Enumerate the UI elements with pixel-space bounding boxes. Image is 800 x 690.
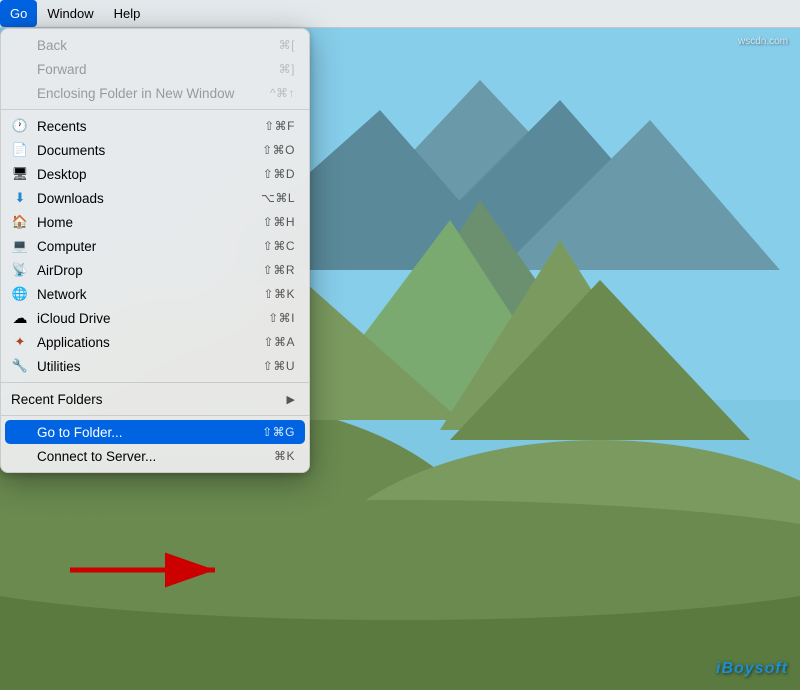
- submenu-arrow-icon: ▶: [287, 393, 295, 406]
- menu-back-label: Back: [37, 38, 67, 53]
- menubar-help-label: Help: [114, 6, 141, 21]
- computer-icon: 💻: [11, 237, 29, 255]
- menu-item-forward-left: Forward: [11, 60, 87, 78]
- menu-item-enclosing-left: Enclosing Folder in New Window: [11, 84, 234, 102]
- menu-enclosing-label: Enclosing Folder in New Window: [37, 86, 234, 101]
- menu-item-icloud[interactable]: ☁ iCloud Drive ⇧⌘I: [1, 306, 309, 330]
- network-shortcut: ⇧⌘K: [263, 287, 295, 301]
- forward-shortcut: ⌘]: [279, 62, 295, 76]
- menu-item-recent-folders[interactable]: Recent Folders ▶: [1, 387, 309, 411]
- menu-item-applications-left: ✦ Applications: [11, 333, 110, 351]
- go-menu-dropdown: Back ⌘[ Forward ⌘] Enclosing Folder in N…: [0, 28, 310, 473]
- menu-item-computer-left: 💻 Computer: [11, 237, 96, 255]
- menubar-go[interactable]: Go: [0, 0, 37, 27]
- menu-item-downloads[interactable]: ⬇ Downloads ⌥⌘L: [1, 186, 309, 210]
- menu-item-forward[interactable]: Forward ⌘]: [1, 57, 309, 81]
- menubar-help[interactable]: Help: [104, 0, 151, 27]
- menu-item-enclosing[interactable]: Enclosing Folder in New Window ^⌘↑: [1, 81, 309, 105]
- menu-item-home[interactable]: 🏠 Home ⇧⌘H: [1, 210, 309, 234]
- menu-item-desktop[interactable]: 🖥 Desktop ⇧⌘D: [1, 162, 309, 186]
- menubar-window-label: Window: [47, 6, 93, 21]
- enclosing-icon: [11, 84, 29, 102]
- menu-item-documents-left: 📄 Documents: [11, 141, 105, 159]
- menu-item-network[interactable]: 🌐 Network ⇧⌘K: [1, 282, 309, 306]
- menu-item-desktop-left: 🖥 Desktop: [11, 165, 87, 183]
- menu-computer-label: Computer: [37, 239, 96, 254]
- menu-item-connect-server-left: Connect to Server...: [11, 447, 156, 465]
- menubar-go-label: Go: [10, 6, 27, 21]
- menu-goto-folder-label: Go to Folder...: [37, 425, 123, 440]
- menu-desktop-label: Desktop: [37, 167, 87, 182]
- menu-applications-label: Applications: [37, 335, 110, 350]
- menu-item-icloud-left: ☁ iCloud Drive: [11, 309, 111, 327]
- menubar: Go Window Help: [0, 0, 800, 28]
- menu-item-back[interactable]: Back ⌘[: [1, 33, 309, 57]
- menu-item-computer[interactable]: 💻 Computer ⇧⌘C: [1, 234, 309, 258]
- menu-item-network-left: 🌐 Network: [11, 285, 87, 303]
- menu-item-recents[interactable]: 🕐 Recents ⇧⌘F: [1, 114, 309, 138]
- home-shortcut: ⇧⌘H: [263, 215, 295, 229]
- menu-forward-label: Forward: [37, 62, 87, 77]
- goto-folder-shortcut: ⇧⌘G: [262, 425, 295, 439]
- home-icon: 🏠: [11, 213, 29, 231]
- back-shortcut: ⌘[: [279, 38, 295, 52]
- airdrop-icon: 📡: [11, 261, 29, 279]
- menu-documents-label: Documents: [37, 143, 105, 158]
- menu-item-recents-left: 🕐 Recents: [11, 117, 87, 135]
- menu-connect-server-label: Connect to Server...: [37, 449, 156, 464]
- menu-item-goto-folder[interactable]: Go to Folder... ⇧⌘G: [5, 420, 305, 444]
- documents-shortcut: ⇧⌘O: [262, 143, 295, 157]
- menu-icloud-label: iCloud Drive: [37, 311, 111, 326]
- enclosing-shortcut: ^⌘↑: [270, 86, 295, 100]
- menu-item-downloads-left: ⬇ Downloads: [11, 189, 104, 207]
- menu-recents-label: Recents: [37, 119, 87, 134]
- separator-1: [1, 109, 309, 110]
- menu-item-applications[interactable]: ✦ Applications ⇧⌘A: [1, 330, 309, 354]
- iboysoft-watermark: iBoysoft: [716, 660, 788, 678]
- menu-item-airdrop-left: 📡 AirDrop: [11, 261, 83, 279]
- menu-item-documents[interactable]: 📄 Documents ⇧⌘O: [1, 138, 309, 162]
- menu-recent-folders-label: Recent Folders: [11, 392, 103, 407]
- menu-downloads-label: Downloads: [37, 191, 104, 206]
- desktop-icon: 🖥: [11, 165, 29, 183]
- recents-shortcut: ⇧⌘F: [264, 119, 295, 133]
- goto-folder-icon: [11, 423, 29, 441]
- menu-item-home-left: 🏠 Home: [11, 213, 73, 231]
- menu-home-label: Home: [37, 215, 73, 230]
- wscdn-watermark: wscdn.com: [738, 36, 788, 47]
- computer-shortcut: ⇧⌘C: [263, 239, 295, 253]
- menu-item-connect-server[interactable]: Connect to Server... ⌘K: [1, 444, 309, 468]
- red-arrow-annotation: [60, 540, 260, 600]
- recents-icon: 🕐: [11, 117, 29, 135]
- menu-network-label: Network: [37, 287, 87, 302]
- utilities-icon: 🔧: [11, 357, 29, 375]
- downloads-icon: ⬇: [11, 189, 29, 207]
- menu-item-utilities-left: 🔧 Utilities: [11, 357, 81, 375]
- menu-item-utilities[interactable]: 🔧 Utilities ⇧⌘U: [1, 354, 309, 378]
- separator-3: [1, 415, 309, 416]
- airdrop-shortcut: ⇧⌘R: [263, 263, 295, 277]
- menu-item-goto-folder-left: Go to Folder...: [11, 423, 123, 441]
- connect-server-icon: [11, 447, 29, 465]
- applications-icon: ✦: [11, 333, 29, 351]
- separator-2: [1, 382, 309, 383]
- icloud-icon: ☁: [11, 309, 29, 327]
- menu-utilities-label: Utilities: [37, 359, 81, 374]
- downloads-shortcut: ⌥⌘L: [261, 191, 295, 205]
- menu-airdrop-label: AirDrop: [37, 263, 83, 278]
- connect-server-shortcut: ⌘K: [274, 449, 295, 463]
- back-icon: [11, 36, 29, 54]
- menubar-window[interactable]: Window: [37, 0, 103, 27]
- menu-item-airdrop[interactable]: 📡 AirDrop ⇧⌘R: [1, 258, 309, 282]
- applications-shortcut: ⇧⌘A: [263, 335, 295, 349]
- desktop-shortcut: ⇧⌘D: [263, 167, 295, 181]
- forward-icon: [11, 60, 29, 78]
- utilities-shortcut: ⇧⌘U: [263, 359, 295, 373]
- documents-icon: 📄: [11, 141, 29, 159]
- icloud-shortcut: ⇧⌘I: [268, 311, 295, 325]
- network-icon: 🌐: [11, 285, 29, 303]
- menu-item-back-left: Back: [11, 36, 67, 54]
